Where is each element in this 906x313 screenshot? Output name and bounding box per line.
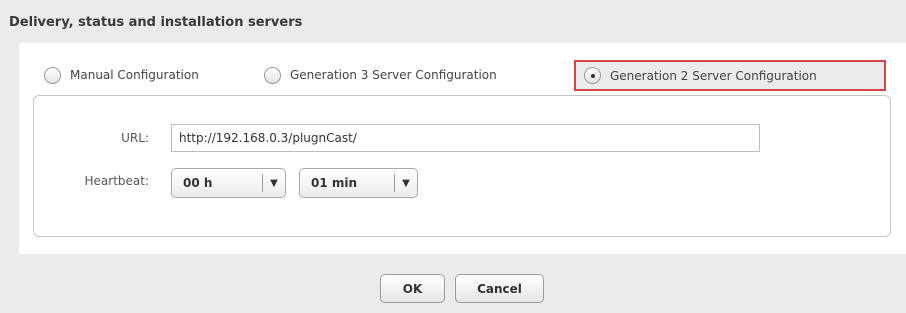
radio-label: Manual Configuration	[70, 68, 199, 82]
radio-unchecked-icon	[264, 66, 281, 84]
hours-value: 00 h	[183, 176, 213, 190]
server-settings-dialog: Delivery, status and installation server…	[0, 0, 906, 313]
generation-3-server-radio[interactable]: Generation 3 Server Configuration	[264, 61, 497, 89]
chevron-down-icon: ▼	[402, 177, 410, 189]
dialog-content: Manual Configuration Generation 3 Server…	[19, 43, 906, 254]
dialog-footer: OK Cancel	[0, 254, 906, 313]
radio-label: Generation 3 Server Configuration	[290, 68, 497, 82]
radio-unchecked-icon	[44, 66, 61, 84]
heartbeat-hours-select[interactable]: 00 h ▼	[171, 168, 286, 198]
chevron-down-icon: ▼	[270, 177, 278, 189]
minutes-value: 01 min	[311, 176, 358, 190]
server-config-panel	[33, 95, 891, 237]
heartbeat-label: Heartbeat:	[84, 174, 150, 188]
url-label: URL:	[121, 131, 149, 145]
radio-checked-icon	[584, 67, 601, 84]
config-mode-radio-group: Manual Configuration Generation 3 Server…	[19, 43, 906, 95]
ok-button[interactable]: OK	[380, 274, 445, 303]
heartbeat-minutes-select[interactable]: 01 min ▼	[299, 168, 418, 198]
generation-2-server-radio[interactable]: Generation 2 Server Configuration	[574, 60, 886, 91]
dialog-title: Delivery, status and installation server…	[9, 15, 303, 30]
url-input[interactable]	[171, 124, 760, 152]
radio-label: Generation 2 Server Configuration	[610, 68, 817, 83]
manual-configuration-radio[interactable]: Manual Configuration	[44, 61, 199, 89]
cancel-button[interactable]: Cancel	[455, 274, 544, 303]
dialog-header: Delivery, status and installation server…	[0, 0, 906, 43]
